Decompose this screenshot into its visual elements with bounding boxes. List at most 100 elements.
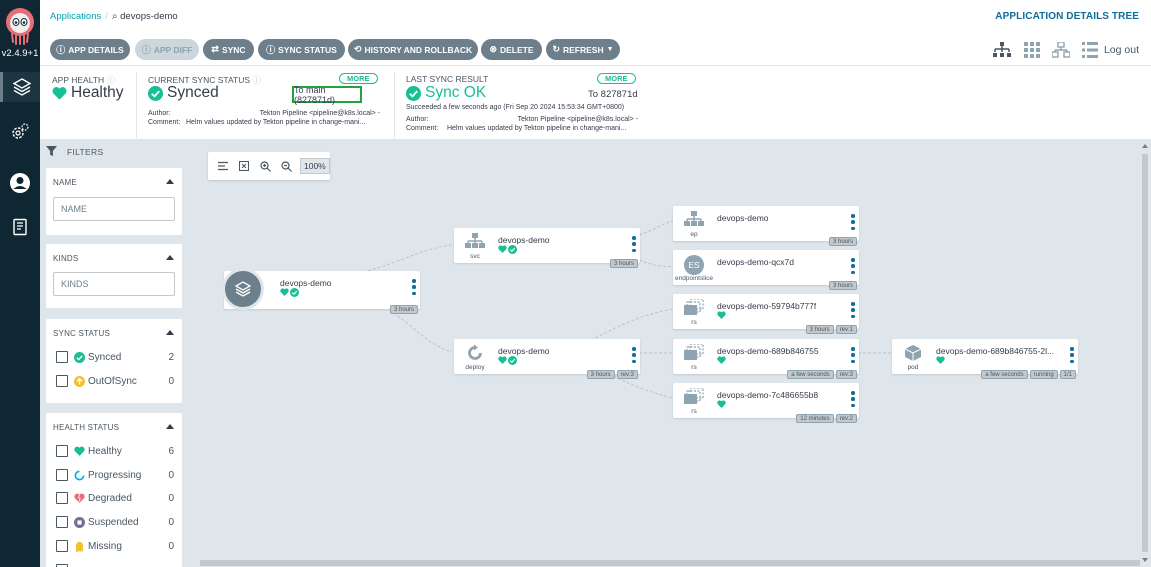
zoom-out-icon[interactable] <box>279 159 293 173</box>
tree-node-deploy[interactable]: deploy devops-demo 3 hours rev:3 <box>454 339 640 379</box>
zoom-in-icon[interactable] <box>258 159 272 173</box>
tree-node-rs[interactable]: rs devops-demo-689b846755 a few seconds r… <box>673 339 859 379</box>
heart-icon <box>717 400 726 408</box>
resource-tree-canvas[interactable]: 100% devops-demo 3 hours svc devops-demo… <box>190 140 1151 567</box>
node-tags: 3 hours <box>389 305 418 314</box>
collapse-caret-icon[interactable] <box>166 330 174 335</box>
node-tags: 12 minutes rev:2 <box>796 414 857 423</box>
node-name: devops-demo-7c486655b8 <box>717 390 819 400</box>
list-view-icon[interactable] <box>1081 42 1098 58</box>
node-menu-icon[interactable] <box>851 214 855 230</box>
checkbox[interactable] <box>56 445 68 457</box>
node-kind: endpointslice <box>675 275 713 282</box>
sync-button[interactable]: ⇄ SYNC <box>203 39 254 60</box>
tree-node-endpointslice[interactable]: ES endpointslice devops-demo-qcx7d 3 hou… <box>673 250 859 290</box>
nav-applications[interactable] <box>0 72 40 102</box>
ghost-icon <box>74 541 85 552</box>
check-circle-icon <box>508 356 517 365</box>
tree-node-app[interactable]: devops-demo 3 hours <box>222 268 420 314</box>
collapse-caret-icon[interactable] <box>166 424 174 429</box>
node-menu-icon[interactable] <box>412 279 416 295</box>
breadcrumb: Applications / ⌕ devops-demo <box>50 11 178 22</box>
logout-link[interactable]: Log out <box>1104 44 1139 56</box>
heart-icon <box>74 446 85 457</box>
network-view-icon[interactable] <box>1051 42 1070 58</box>
collapse-caret-icon[interactable] <box>166 255 174 260</box>
node-tags: a few seconds running 1/1 <box>981 370 1076 379</box>
vertical-scrollbar[interactable] <box>1141 144 1149 562</box>
tree-view-icon[interactable] <box>992 42 1012 58</box>
tree-node-rs[interactable]: rs devops-demo-59794b777f 3 hours rev:1 <box>673 294 859 334</box>
heart-icon <box>936 356 945 364</box>
align-left-icon[interactable] <box>216 159 230 173</box>
chevron-down-icon: ▼ <box>606 46 614 53</box>
spinner-icon <box>74 470 85 481</box>
checkbox[interactable] <box>56 351 68 363</box>
filter-degraded[interactable]: Degraded 0 <box>56 490 174 506</box>
argo-logo-icon[interactable] <box>4 6 36 46</box>
node-menu-icon[interactable] <box>632 347 636 363</box>
filter-next-item[interactable] <box>56 562 174 567</box>
sync-author: Tekton Pipeline <pipeline@k8s.local> - <box>259 110 380 117</box>
name-filter-title: NAME <box>53 178 77 187</box>
history-rollback-button[interactable]: ⟲ HISTORY AND ROLLBACK <box>348 39 478 60</box>
checkbox[interactable] <box>56 540 68 552</box>
layers-icon <box>12 78 31 96</box>
filter-progressing[interactable]: Progressing 0 <box>56 467 174 483</box>
name-filter-input[interactable]: NAME <box>53 197 175 221</box>
last-sync-author: Tekton Pipeline <pipeline@k8s.local> - <box>517 116 638 123</box>
sync-target-revision[interactable]: To main (827871d) <box>292 85 362 105</box>
checkbox[interactable] <box>56 469 68 481</box>
tree-node-rs[interactable]: rs devops-demo-7c486655b8 12 minutes rev:… <box>673 383 859 423</box>
checkbox[interactable] <box>56 516 68 528</box>
filter-synced[interactable]: Synced 2 <box>56 349 174 365</box>
heart-icon <box>52 87 67 100</box>
last-sync-more-button[interactable]: MORE <box>597 73 636 84</box>
collapse-caret-icon[interactable] <box>166 179 174 184</box>
filter-healthy[interactable]: Healthy 6 <box>56 443 174 459</box>
tree-node-svc[interactable]: svc devops-demo 3 hours <box>454 228 640 268</box>
health-status-filter-card: HEALTH STATUS Healthy 6 Progressing 0 De… <box>46 413 182 567</box>
app-diff-button[interactable]: ⓘ APP DIFF <box>135 39 199 60</box>
delete-button[interactable]: ⊗ DELETE <box>481 39 542 60</box>
pods-view-icon[interactable] <box>1023 42 1040 58</box>
node-menu-icon[interactable] <box>632 236 636 252</box>
filter-suspended[interactable]: Suspended 0 <box>56 514 174 530</box>
filter-outofsync[interactable]: OutOfSync 0 <box>56 373 174 389</box>
heart-icon <box>280 288 289 296</box>
nav-settings[interactable] <box>0 117 40 147</box>
tree-node-ep[interactable]: ep devops-demo 3 hours <box>673 206 859 246</box>
app-diff-label: APP DIFF <box>153 44 193 55</box>
breadcrumb-applications-link[interactable]: Applications <box>50 11 101 22</box>
app-details-button[interactable]: ⓘ APP DETAILS <box>50 39 130 60</box>
horizontal-scrollbar[interactable] <box>200 560 1140 566</box>
node-menu-icon[interactable] <box>851 391 855 407</box>
nav-user-info[interactable] <box>0 168 40 198</box>
tree-node-pod[interactable]: pod devops-demo-689b846755-2l... a few s… <box>892 339 1078 379</box>
sync-author-label: Author: <box>148 110 171 117</box>
sync-status-more-button[interactable]: MORE <box>339 73 378 84</box>
pod-cube-icon <box>898 344 928 376</box>
node-menu-icon[interactable] <box>851 347 855 363</box>
info-icon: ⓘ <box>141 45 151 55</box>
check-circle-icon <box>290 288 299 297</box>
kinds-filter-input[interactable]: KINDS <box>53 272 175 296</box>
node-menu-icon[interactable] <box>851 258 855 274</box>
node-status-icons <box>717 400 726 408</box>
node-menu-icon[interactable] <box>851 302 855 318</box>
check-circle-icon <box>148 85 163 101</box>
fit-screen-icon[interactable] <box>237 159 251 173</box>
node-tags: 3 hours <box>828 237 857 246</box>
last-sync-label: LAST SYNC RESULT <box>406 74 489 84</box>
refresh-button[interactable]: ↻ REFRESH ▼ <box>546 39 620 60</box>
sync-status-button[interactable]: ⓘ SYNC STATUS <box>258 39 345 60</box>
history-rollback-label: HISTORY AND ROLLBACK <box>364 44 473 55</box>
node-status-icons <box>498 356 517 365</box>
action-toolbar: ⓘ APP DETAILS ⓘ APP DIFF ⇄ SYNC ⓘ SYNC STATU… <box>40 34 1151 66</box>
checkbox[interactable] <box>56 375 68 387</box>
app-health-value: Healthy <box>52 84 124 102</box>
nav-documentation[interactable] <box>0 212 40 242</box>
checkbox[interactable] <box>56 492 68 504</box>
node-menu-icon[interactable] <box>1070 347 1074 363</box>
filter-missing[interactable]: Missing 0 <box>56 538 174 554</box>
